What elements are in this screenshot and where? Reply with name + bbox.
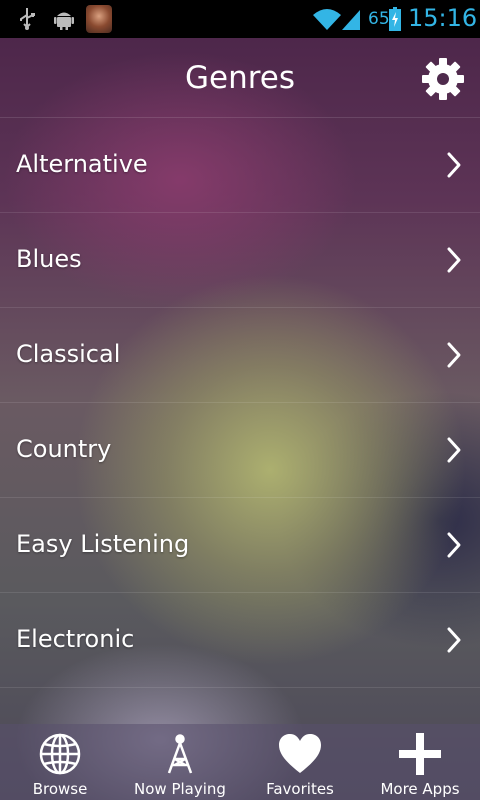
tab-more-apps[interactable]: More Apps xyxy=(360,724,480,800)
plus-icon xyxy=(399,733,441,775)
globe-icon xyxy=(39,733,81,775)
genre-item-country[interactable]: Country xyxy=(0,403,480,498)
genre-label: Easy Listening xyxy=(16,530,190,558)
tab-more-apps-label: More Apps xyxy=(380,780,460,798)
chevron-right-icon xyxy=(447,152,461,178)
tab-now-playing[interactable]: Now Playing xyxy=(120,724,240,800)
genre-label: Electronic xyxy=(16,625,135,653)
chevron-right-icon xyxy=(447,247,461,273)
genre-list: Alternative Blues Classical Country Easy… xyxy=(0,118,480,688)
usb-icon xyxy=(20,8,35,30)
status-bar: 65 15:16 xyxy=(0,0,480,38)
android-debug-icon xyxy=(54,12,74,30)
tab-favorites-label: Favorites xyxy=(266,780,334,798)
genre-item-electronic[interactable]: Electronic xyxy=(0,593,480,688)
heart-icon xyxy=(279,734,321,773)
chevron-right-icon xyxy=(447,532,461,558)
chevron-right-icon xyxy=(447,342,461,368)
bottom-tab-bar: Browse Now Playing Favorites More Apps xyxy=(0,724,480,800)
battery-percent: 65 xyxy=(368,9,390,29)
wifi-icon xyxy=(313,9,341,30)
genre-item-easy-listening[interactable]: Easy Listening xyxy=(0,498,480,593)
antenna-icon xyxy=(167,734,193,774)
status-clock: 15:16 xyxy=(408,4,478,32)
tab-browse[interactable]: Browse xyxy=(0,724,120,800)
genre-item-blues[interactable]: Blues xyxy=(0,213,480,308)
page-title: Genres xyxy=(184,60,296,96)
gear-icon xyxy=(422,58,464,100)
battery-icon xyxy=(389,7,401,31)
genre-label: Alternative xyxy=(16,150,148,178)
tab-now-playing-label: Now Playing xyxy=(134,780,226,798)
genre-item-classical[interactable]: Classical xyxy=(0,308,480,403)
genre-label: Classical xyxy=(16,340,121,368)
app-header: Genres xyxy=(0,38,480,118)
signal-icon xyxy=(342,10,360,30)
tab-favorites[interactable]: Favorites xyxy=(240,724,360,800)
chevron-right-icon xyxy=(447,437,461,463)
tab-browse-label: Browse xyxy=(32,780,88,798)
genre-label: Country xyxy=(16,435,112,463)
settings-button[interactable] xyxy=(420,56,466,102)
chevron-right-icon xyxy=(447,627,461,653)
genre-item-alternative[interactable]: Alternative xyxy=(0,118,480,213)
notification-thumbnail xyxy=(86,5,112,33)
genre-label: Blues xyxy=(16,245,82,273)
